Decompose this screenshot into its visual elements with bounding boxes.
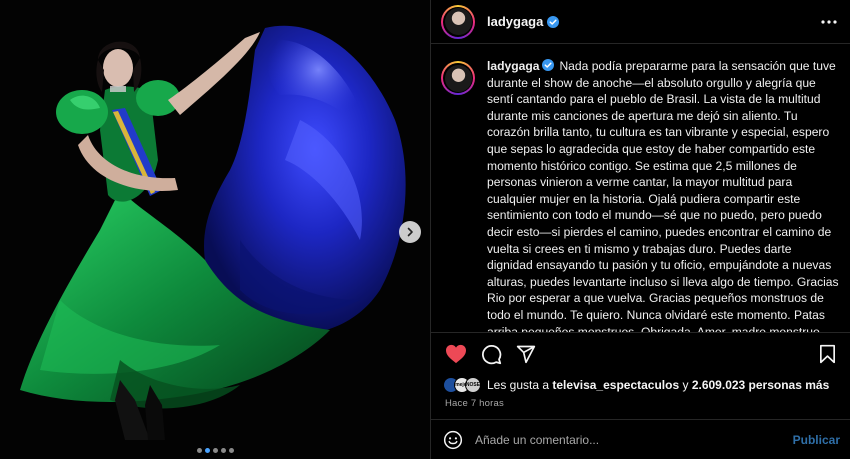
share-icon <box>516 345 536 364</box>
carousel-dot <box>220 448 226 453</box>
caption-section: ladygaga Nada podía prepararme para la se… <box>441 58 840 333</box>
comment-bar: Publicar <box>443 425 840 455</box>
photo-image <box>0 0 430 459</box>
carousel-dot-active <box>204 448 210 453</box>
verified-badge-icon <box>547 15 560 28</box>
likes-summary: mejor NOSE Les gusta a televisa_espectac… <box>443 377 840 393</box>
avatar-image <box>444 8 472 35</box>
caption-username[interactable]: ladygaga <box>487 59 539 73</box>
likes-prefix: Les gusta a <box>487 378 550 392</box>
post-header: ladygaga <box>431 0 850 44</box>
likes-connector: y <box>682 378 689 392</box>
header-username[interactable]: ladygaga <box>487 14 543 29</box>
comment-icon <box>481 344 501 364</box>
divider <box>431 419 850 420</box>
save-button[interactable] <box>814 341 840 367</box>
publish-button[interactable]: Publicar <box>793 433 840 447</box>
divider <box>431 332 850 333</box>
carousel-dot <box>228 448 234 453</box>
post-photo[interactable] <box>0 0 430 459</box>
like-button[interactable] <box>443 341 469 367</box>
carousel-dot <box>212 448 218 453</box>
more-options-button[interactable] <box>820 13 838 31</box>
caption-text: Nada podía prepararme para la sensación … <box>487 59 839 333</box>
avatar[interactable] <box>441 4 475 39</box>
share-button[interactable] <box>513 341 539 367</box>
post-timestamp[interactable]: Hace 7 horas <box>445 398 504 409</box>
verified-badge-icon <box>542 59 555 71</box>
carousel-dot <box>196 448 202 453</box>
bookmark-icon <box>819 344 835 364</box>
likes-user-link[interactable]: televisa_espectaculos <box>552 378 679 392</box>
liker-avatars[interactable]: mejor NOSE <box>443 377 481 393</box>
chevron-right-icon <box>407 227 413 237</box>
post-caption: ladygaga Nada podía prepararme para la se… <box>487 58 840 333</box>
next-image-button[interactable] <box>399 221 421 243</box>
liker-avatar: NOSE <box>465 377 481 393</box>
heart-icon <box>446 344 466 364</box>
emoji-icon[interactable] <box>443 430 463 450</box>
carousel-indicator <box>0 448 430 453</box>
more-options-icon <box>821 19 837 24</box>
avatar-image <box>444 64 472 92</box>
post-side-panel: ladygaga ladygaga Nada podía prepararme p… <box>430 0 850 459</box>
action-bar <box>443 340 840 368</box>
caption-avatar[interactable] <box>441 61 475 95</box>
comment-button[interactable] <box>478 341 504 367</box>
comment-input[interactable] <box>475 433 793 447</box>
likes-count-link[interactable]: 2.609.023 personas más <box>692 378 829 392</box>
